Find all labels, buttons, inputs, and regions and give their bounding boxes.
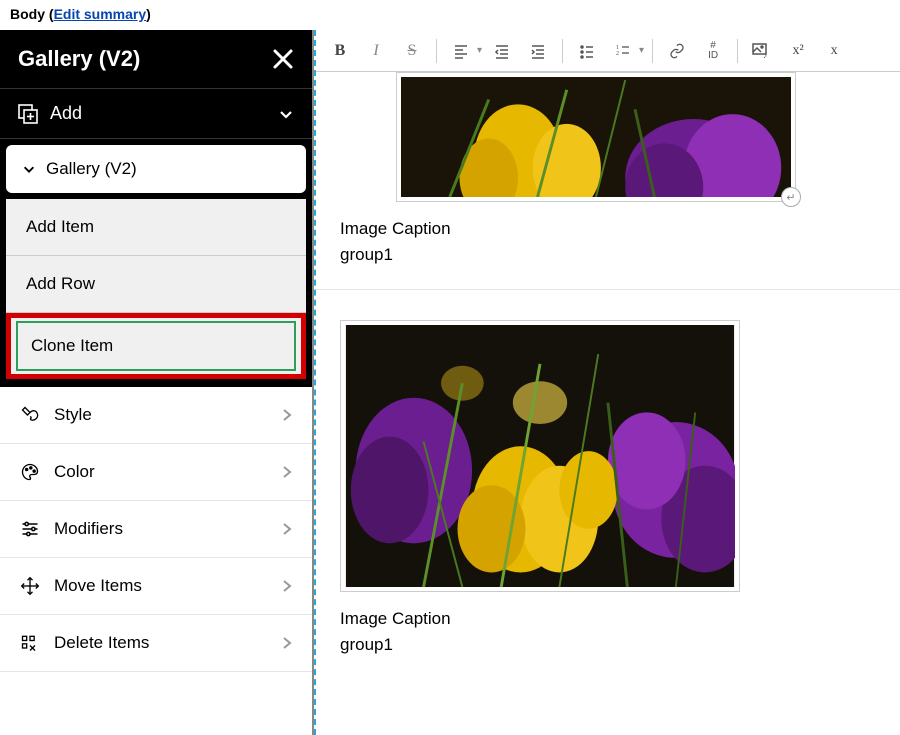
gallery-item[interactable]: Image Caption group1 xyxy=(316,290,900,679)
toolbar-separator xyxy=(652,39,653,63)
add-row-action[interactable]: Add Row xyxy=(6,256,306,313)
chevron-right-icon xyxy=(282,579,292,593)
superscript-button[interactable]: x² xyxy=(782,35,814,67)
toolbar-separator xyxy=(436,39,437,63)
numbered-list-button[interactable]: 12 xyxy=(607,35,639,67)
image-group[interactable]: group1 xyxy=(340,635,876,655)
image-frame[interactable] xyxy=(340,320,740,592)
resize-handle-icon[interactable]: ↵ xyxy=(781,187,801,207)
style-icon xyxy=(20,405,40,425)
indent-button[interactable] xyxy=(522,35,554,67)
italic-button[interactable]: I xyxy=(360,35,392,67)
panel-header: Gallery (V2) xyxy=(0,30,312,88)
option-list: Style Color xyxy=(0,387,312,735)
flower-image xyxy=(345,325,735,587)
move-icon xyxy=(20,576,40,596)
toolbar-separator xyxy=(737,39,738,63)
svg-text:2: 2 xyxy=(616,51,619,57)
flower-image xyxy=(401,77,791,197)
color-option[interactable]: Color xyxy=(0,444,312,501)
chevron-right-icon xyxy=(282,636,292,650)
chevron-down-icon xyxy=(278,106,294,122)
panel-title: Gallery (V2) xyxy=(18,46,140,72)
gallery-sidebar: Gallery (V2) Add Gallery (V2) xyxy=(0,30,314,735)
image-frame[interactable]: ↵ xyxy=(396,72,796,202)
editor-area: B I S ▾ 12 ▾ xyxy=(314,30,900,735)
editor-toolbar: B I S ▾ 12 ▾ xyxy=(316,30,900,72)
chevron-right-icon xyxy=(282,465,292,479)
anchor-id-button[interactable]: # ID xyxy=(697,35,729,67)
media-button[interactable]: ♪ xyxy=(746,35,778,67)
add-icon xyxy=(18,104,38,124)
close-icon[interactable] xyxy=(272,48,294,70)
gallery-item[interactable]: ↵ Image Caption group1 xyxy=(316,72,900,290)
modifiers-icon xyxy=(20,519,40,539)
svg-text:♪: ♪ xyxy=(763,51,767,59)
chevron-right-icon xyxy=(282,408,292,422)
content-area[interactable]: ↵ Image Caption group1 xyxy=(316,72,900,735)
image-group[interactable]: group1 xyxy=(340,245,876,265)
add-label: Add xyxy=(50,103,82,124)
style-option[interactable]: Style xyxy=(0,387,312,444)
edit-summary-link[interactable]: Edit summary xyxy=(54,6,147,22)
chevron-right-icon xyxy=(282,522,292,536)
modifiers-option[interactable]: Modifiers xyxy=(0,501,312,558)
clone-item-action[interactable]: Clone Item xyxy=(6,313,306,379)
delete-icon xyxy=(20,633,40,653)
bullet-list-button[interactable] xyxy=(571,35,603,67)
add-item-action[interactable]: Add Item xyxy=(6,199,306,256)
section-label: Gallery (V2) xyxy=(46,159,137,179)
section-header[interactable]: Gallery (V2) xyxy=(6,145,306,193)
bold-button[interactable]: B xyxy=(324,35,356,67)
chevron-down-icon xyxy=(22,162,36,176)
move-items-option[interactable]: Move Items xyxy=(0,558,312,615)
strikethrough-button[interactable]: S xyxy=(396,35,428,67)
link-button[interactable] xyxy=(661,35,693,67)
chevron-down-icon[interactable]: ▾ xyxy=(477,45,482,56)
action-list: Add Item Add Row Clone Item xyxy=(0,199,312,387)
add-button[interactable]: Add xyxy=(0,88,312,139)
image-caption[interactable]: Image Caption xyxy=(340,219,876,239)
body-label: Body (Edit summary) xyxy=(0,0,900,30)
align-button[interactable] xyxy=(445,35,477,67)
image-caption[interactable]: Image Caption xyxy=(340,609,876,629)
outdent-button[interactable] xyxy=(486,35,518,67)
chevron-down-icon[interactable]: ▾ xyxy=(639,45,644,56)
color-icon xyxy=(20,462,40,482)
subscript-button[interactable]: x xyxy=(818,35,850,67)
delete-items-option[interactable]: Delete Items xyxy=(0,615,312,672)
toolbar-separator xyxy=(562,39,563,63)
